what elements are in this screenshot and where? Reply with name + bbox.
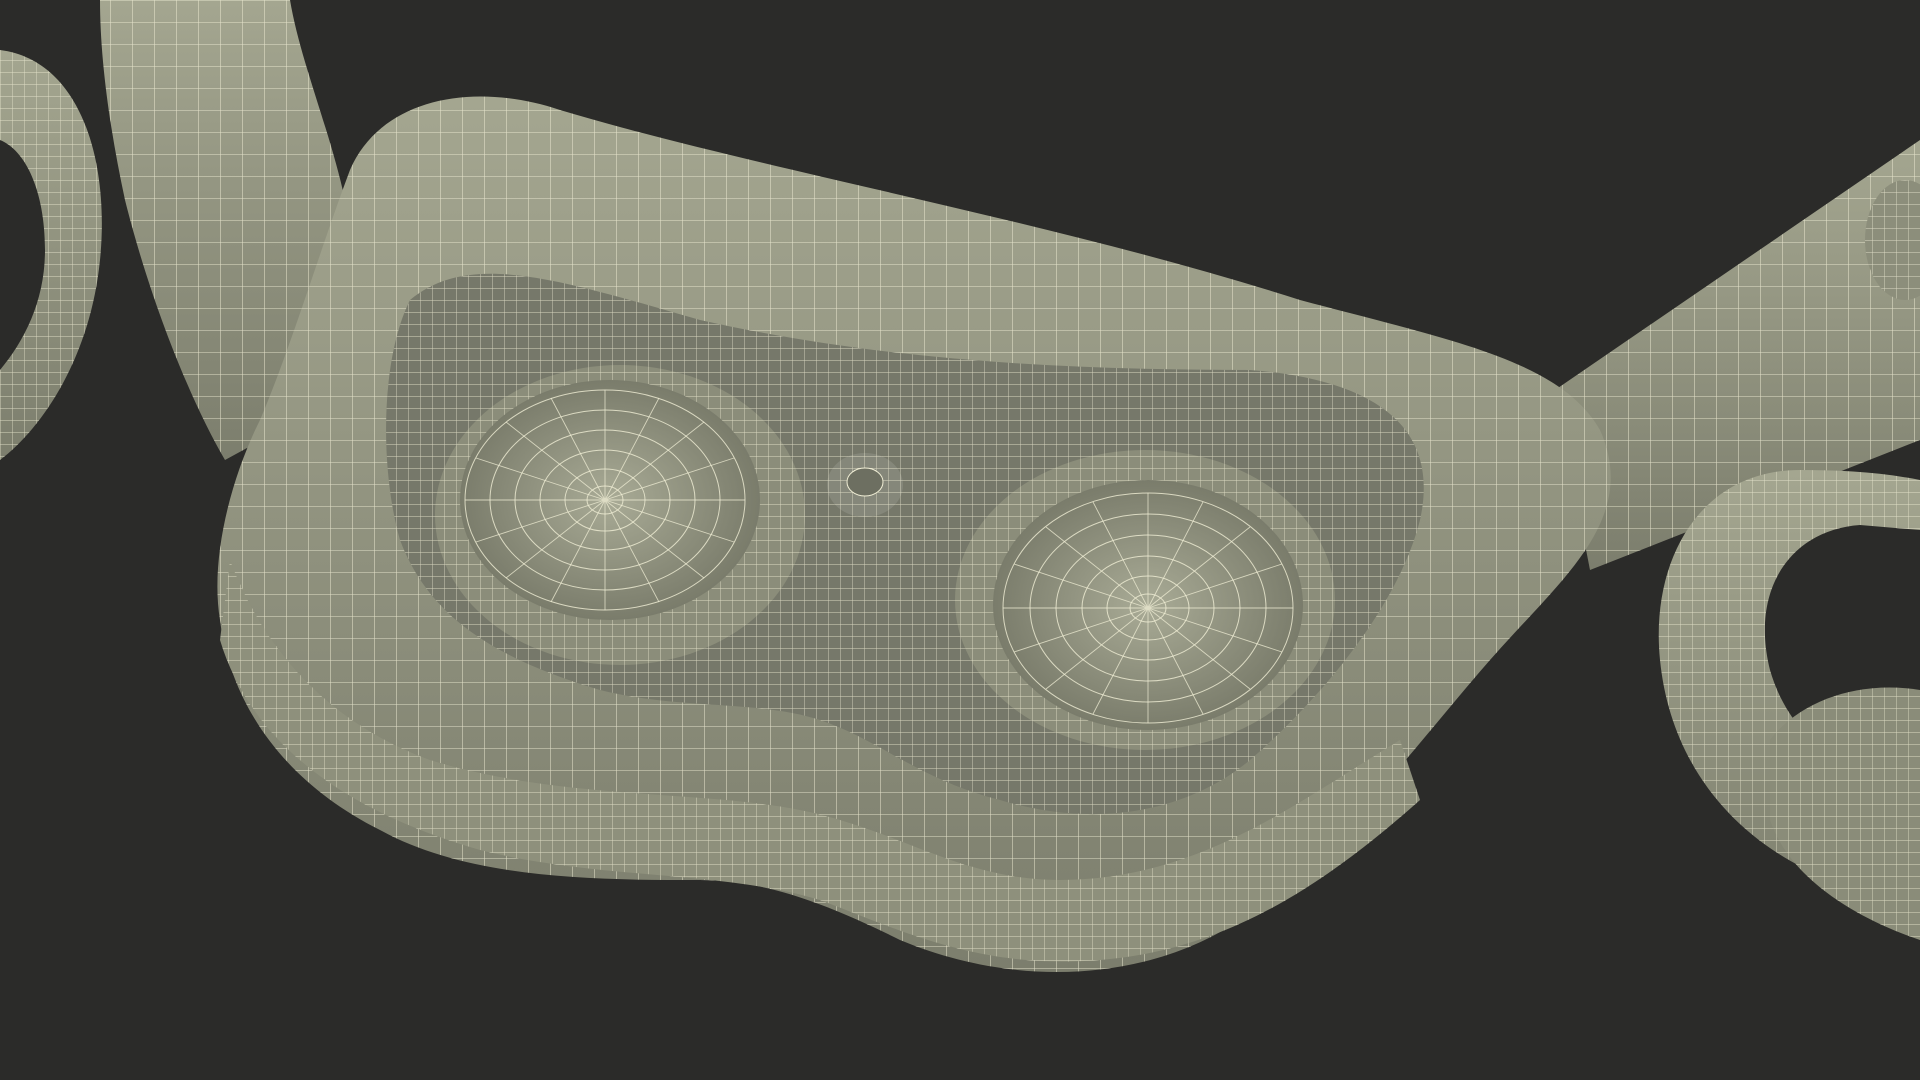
right-ear-ring — [1658, 470, 1920, 940]
right-lens — [955, 450, 1335, 750]
left-ear-ring — [0, 50, 102, 460]
wireframe-render-viewport — [0, 0, 1920, 1080]
vr-headset-wireframe-model — [0, 0, 1920, 973]
left-lens — [435, 365, 805, 665]
proximity-sensor — [827, 453, 903, 517]
